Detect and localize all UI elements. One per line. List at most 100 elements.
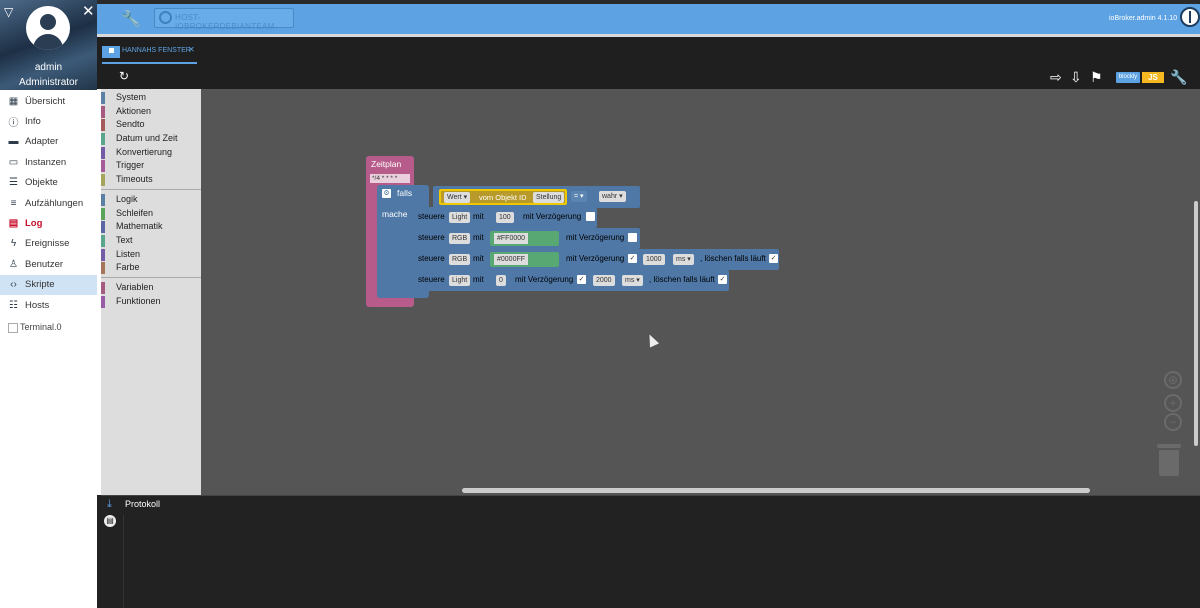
sidebar-item-hosts[interactable]: ☷ Hosts <box>0 295 97 315</box>
clear-checkbox[interactable]: ✓ <box>769 254 778 263</box>
object-id-field[interactable]: Stellung <box>533 192 565 203</box>
toolbox-category-konvertierung[interactable]: Konvertierung <box>101 146 201 160</box>
apps-grid-icon: ▦ <box>8 95 19 107</box>
attribute-dropdown[interactable]: Wert ▾ <box>444 192 471 203</box>
reload-icon[interactable]: ↻ <box>119 69 129 83</box>
zoom-in-icon[interactable]: + <box>1164 394 1182 412</box>
toolbox-category-funktionen[interactable]: Funktionen <box>101 295 201 309</box>
control-block-rgb-red[interactable]: steuere RGB mit #FF0000 mit Verzögerung <box>413 228 640 249</box>
color-field[interactable]: #0000FF <box>494 254 529 265</box>
close-icon[interactable]: ✕ <box>82 4 95 19</box>
control-block-light-100[interactable]: steuere Light mit 100 mit Verzögerung <box>413 207 597 228</box>
attribute-value: Wert <box>447 194 462 201</box>
delay-checkbox[interactable] <box>586 212 595 221</box>
toolbox-category-system[interactable]: System <box>101 91 201 105</box>
wrench-icon[interactable]: 🔧 <box>1170 69 1187 86</box>
cron-field[interactable]: */4 * * * * <box>370 174 410 183</box>
clear-checkbox[interactable]: ✓ <box>718 275 727 284</box>
js-badge[interactable]: JS <box>1142 72 1164 83</box>
sidebar-item-objekte[interactable]: ☰ Objekte <box>0 173 97 193</box>
avatar[interactable] <box>26 6 70 50</box>
target-field[interactable]: Light <box>449 212 471 223</box>
target-field[interactable]: RGB <box>449 254 471 265</box>
sidebar-item-ereignisse[interactable]: ϟ Ereignisse <box>0 234 97 254</box>
delay-time-field[interactable]: 2000 <box>593 275 615 286</box>
color-block[interactable]: #FF0000 <box>490 231 559 246</box>
horizontal-scrollbar[interactable] <box>462 488 1090 493</box>
toolbox-label: System <box>116 92 147 102</box>
delay-time-field[interactable]: 1000 <box>643 254 665 265</box>
tab-hannahs-fenster[interactable]: HANNAHS FENSTER ✕ <box>102 42 197 64</box>
sidebar-item-instanzen[interactable]: ▭ Instanzen <box>0 152 97 172</box>
code-icon: ‹› <box>10 279 17 291</box>
target-field[interactable]: RGB <box>449 233 471 244</box>
table-icon[interactable]: ▤ <box>104 515 116 527</box>
sidebar-item-info[interactable]: ⓘ Info <box>0 111 97 131</box>
checkered-flag-icon[interactable]: ⚑ <box>1090 69 1103 86</box>
control-block-light-0[interactable]: steuere Light mit 0 mit Verzögerung ✓ 20… <box>413 270 729 291</box>
vertical-scrollbar[interactable] <box>1194 201 1198 446</box>
toolbox-label: Listen <box>116 248 141 259</box>
gear-icon[interactable]: ⚙ <box>382 189 391 198</box>
zoom-reset-icon[interactable]: ⊕ <box>1164 371 1182 389</box>
toolbox-category-aktionen[interactable]: Aktionen <box>101 105 201 119</box>
toolbox-category-timeouts[interactable]: Timeouts <box>101 173 201 187</box>
sidebar-item-aufzaehlungen[interactable]: ≡ Aufzählungen <box>0 193 97 213</box>
sidebar-item-label: Adapter <box>25 136 59 148</box>
user-role: Administrator <box>19 77 78 88</box>
toolbox-category-logik[interactable]: Logik <box>101 193 201 207</box>
sidebar-item-terminal[interactable]: Terminal.0 <box>8 322 62 333</box>
get-value-block[interactable]: Wert ▾ vom Objekt ID Stellung <box>439 189 567 205</box>
wrench-icon[interactable]: 🔧 <box>121 9 141 29</box>
toolbox-category-sendto[interactable]: Sendto <box>101 118 201 132</box>
control-block-rgb-blue[interactable]: steuere RGB mit #0000FF mit Verzögerung … <box>413 249 779 270</box>
toolbox-category-mathematik[interactable]: Mathematik <box>101 220 201 234</box>
toolbox-label: Farbe <box>116 262 140 273</box>
value-field[interactable]: 0 <box>496 275 506 286</box>
collapse-triangle-icon[interactable]: ▽ <box>4 6 13 18</box>
host-select-button[interactable]: HOST-IOBROKERDEBIANTEAM <box>154 8 294 31</box>
color-field[interactable]: #FF0000 <box>494 233 529 244</box>
sidebar-item-log[interactable]: ▤ Log <box>0 213 97 233</box>
toolbox-category-schleifen[interactable]: Schleifen <box>101 207 201 221</box>
toolbox-category-variablen[interactable]: Variablen <box>101 281 201 295</box>
operator-dropdown[interactable]: = ▾ <box>571 191 587 202</box>
tab-close-icon[interactable]: ✕ <box>188 45 195 54</box>
trash-icon[interactable] <box>1157 444 1181 476</box>
blockly-workspace[interactable]: Zeitplan */4 * * * * ⚙ falls mache Wert … <box>201 89 1200 495</box>
toolbox-label: Text <box>116 234 133 245</box>
sidebar-item-adapter[interactable]: ▬ Adapter <box>0 132 97 152</box>
unit-dropdown[interactable]: ms ▾ <box>673 254 694 265</box>
blockly-badge[interactable]: blockly <box>1116 72 1140 83</box>
delay-checkbox[interactable]: ✓ <box>628 254 637 263</box>
sidebar-item-label: Instanzen <box>25 156 67 168</box>
boolean-dropdown[interactable]: wahr ▾ <box>599 191 626 202</box>
toolbox-category-text[interactable]: Text <box>101 234 201 248</box>
toolbox-category-trigger[interactable]: Trigger <box>101 159 201 173</box>
delay-checkbox[interactable] <box>628 233 637 242</box>
sidebar-item-label: Ereignisse <box>25 238 70 250</box>
download-icon[interactable]: ⤓ <box>107 498 112 511</box>
unit-value: ms <box>625 277 635 284</box>
unit-dropdown[interactable]: ms ▾ <box>622 275 643 286</box>
unit-value: ms <box>676 256 686 263</box>
sidebar-item-uebersicht[interactable]: ▦ Übersicht <box>0 91 97 111</box>
zoom-out-icon[interactable]: − <box>1164 413 1182 431</box>
import-icon[interactable]: ⇩ <box>1070 69 1082 86</box>
target-field[interactable]: Light <box>449 275 471 286</box>
toolbox-category-farbe[interactable]: Farbe <box>101 261 201 275</box>
sidebar-item-benutzer[interactable]: ♙ Benutzer <box>0 254 97 274</box>
value-field[interactable]: 100 <box>496 212 514 223</box>
delay-checkbox[interactable]: ✓ <box>577 275 586 284</box>
log-title: Protokoll <box>125 499 161 509</box>
mouse-cursor-icon <box>644 332 660 348</box>
schedule-label: Zeitplan <box>371 159 402 169</box>
toolbox-category-listen[interactable]: Listen <box>101 248 201 262</box>
instances-icon: ▭ <box>8 156 19 168</box>
sidebar-item-skripte[interactable]: ‹› Skripte <box>0 274 97 295</box>
toolbox-category-datum-und-zeit[interactable]: Datum und Zeit <box>101 132 201 146</box>
compare-block[interactable]: Wert ▾ vom Objekt ID Stellung = ▾ wahr ▾ <box>433 186 640 208</box>
export-icon[interactable]: ⇨ <box>1050 69 1062 86</box>
color-block[interactable]: #0000FF <box>490 252 559 267</box>
toolbox-label: Schleifen <box>116 207 154 218</box>
